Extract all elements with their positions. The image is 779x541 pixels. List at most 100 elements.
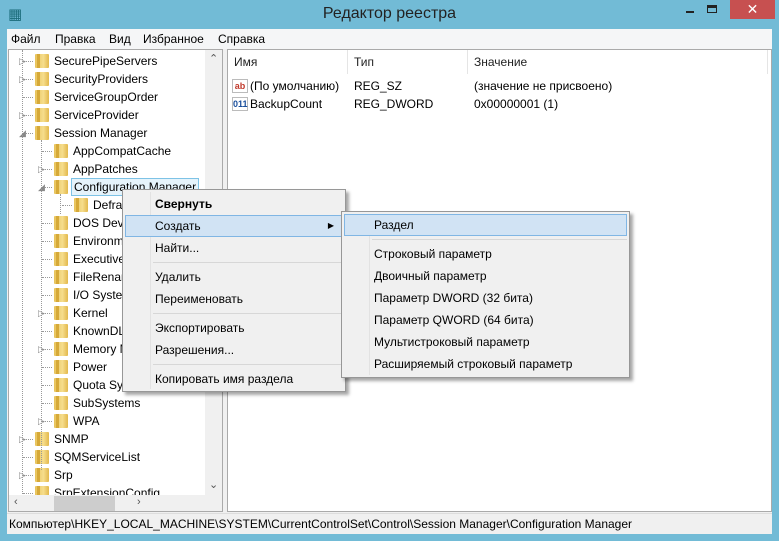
tree-item-label: SQMServiceList bbox=[54, 450, 141, 464]
tree-item-label: Kernel bbox=[73, 306, 108, 320]
menu-item[interactable]: Создать ▶ bbox=[125, 215, 343, 237]
collapsed-arrow-icon[interactable]: ▷ bbox=[38, 412, 46, 430]
folder-icon bbox=[54, 234, 68, 248]
collapsed-arrow-icon[interactable]: ▷ bbox=[38, 304, 46, 322]
menu-item[interactable]: Параметр DWORD (32 бита) bbox=[344, 287, 627, 309]
context-menu: Свернуть Создать ▶ Найти... Удалить Переимено… bbox=[122, 189, 346, 392]
menu-item-label: Найти... bbox=[155, 241, 200, 255]
menu-0[interactable]: Файл bbox=[11, 32, 41, 46]
folder-icon bbox=[54, 360, 68, 374]
scroll-left-icon[interactable]: ‹ bbox=[14, 496, 18, 508]
expanded-arrow-icon[interactable]: ◢ bbox=[38, 178, 46, 196]
tree-item-label: Session Manager bbox=[54, 126, 148, 140]
menu-item[interactable]: Параметр QWORD (64 бита) bbox=[344, 309, 627, 331]
value-data: 0x00000001 (1) bbox=[474, 97, 559, 111]
menu-item[interactable]: Найти... bbox=[125, 237, 343, 259]
tree-item[interactable]: ▷ SecurePipeServers bbox=[9, 52, 209, 70]
menu-item[interactable]: Двоичный параметр bbox=[344, 265, 627, 287]
folder-icon bbox=[54, 216, 68, 230]
menu-bar: Файл Правка Вид Избранное Справка bbox=[7, 29, 772, 49]
menu-separator bbox=[153, 364, 343, 365]
folder-icon bbox=[54, 378, 68, 392]
tree-item[interactable]: ▷ ServiceProvider bbox=[9, 106, 209, 124]
close-button[interactable]: ✕ bbox=[730, 0, 775, 19]
minimize-button[interactable] bbox=[680, 0, 706, 20]
menu-item[interactable]: Расширяемый строковый параметр bbox=[344, 353, 627, 375]
tree-item[interactable]: AppCompatCache bbox=[9, 142, 209, 160]
collapsed-arrow-icon[interactable]: ▷ bbox=[38, 160, 46, 178]
maximize-icon bbox=[707, 5, 717, 13]
menu-item-label: Разрешения... bbox=[155, 343, 235, 357]
tree-item-label: Power bbox=[73, 360, 108, 374]
collapsed-arrow-icon[interactable]: ▷ bbox=[19, 466, 27, 484]
tree-item[interactable]: ▷ AppPatches bbox=[9, 160, 209, 178]
tree-horizontal-scrollbar[interactable]: ‹ › bbox=[9, 495, 222, 511]
menu-item[interactable]: Удалить bbox=[125, 266, 343, 288]
scroll-thumb[interactable] bbox=[54, 496, 115, 511]
menu-item[interactable]: Раздел bbox=[344, 214, 627, 236]
tree-item-label: SecurityProviders bbox=[54, 72, 149, 86]
value-name: (По умолчанию) bbox=[250, 79, 340, 93]
folder-icon bbox=[54, 252, 68, 266]
value-row[interactable]: 011 BackupCount REG_DWORD 0x00000001 (1) bbox=[228, 95, 768, 113]
collapsed-arrow-icon[interactable]: ▷ bbox=[19, 52, 27, 70]
folder-icon bbox=[74, 198, 88, 212]
tree-item-label: SNMP bbox=[54, 432, 89, 446]
menu-4[interactable]: Справка bbox=[218, 32, 265, 46]
tree-item[interactable]: ◢ Session Manager bbox=[9, 124, 209, 142]
tree-item[interactable]: ServiceGroupOrder bbox=[9, 88, 209, 106]
menu-item-label: Создать bbox=[155, 219, 201, 233]
folder-icon bbox=[54, 288, 68, 302]
menu-separator bbox=[153, 262, 343, 263]
menu-1[interactable]: Правка bbox=[55, 32, 96, 46]
tree-item-label: SubSystems bbox=[73, 396, 141, 410]
collapsed-arrow-icon[interactable]: ▷ bbox=[19, 70, 27, 88]
menu-item[interactable]: Строковый параметр bbox=[344, 243, 627, 265]
folder-icon bbox=[54, 306, 68, 320]
tree-item-label: Srp bbox=[54, 468, 73, 482]
value-row[interactable]: ab (По умолчанию) REG_SZ (значение не пр… bbox=[228, 77, 768, 95]
tree-item[interactable]: ▷ SNMP bbox=[9, 430, 209, 448]
menu-item-label: Копировать имя раздела bbox=[155, 372, 294, 386]
menu-3[interactable]: Избранное bbox=[143, 32, 204, 46]
tree-item[interactable]: ▷ WPA bbox=[9, 412, 209, 430]
folder-icon bbox=[35, 126, 49, 140]
menu-item[interactable]: Разрешения... bbox=[125, 339, 343, 361]
menu-item[interactable]: Мультистроковый параметр bbox=[344, 331, 627, 353]
menu-item[interactable]: Переименовать bbox=[125, 288, 343, 310]
collapsed-arrow-icon[interactable]: ▷ bbox=[38, 340, 46, 358]
collapsed-arrow-icon[interactable]: ▷ bbox=[19, 430, 27, 448]
scroll-right-icon[interactable]: › bbox=[137, 496, 141, 508]
menu-item-label: Раздел bbox=[374, 218, 414, 232]
folder-icon bbox=[54, 270, 68, 284]
create-submenu: Раздел Строковый параметр Двоичный парамет… bbox=[341, 211, 630, 378]
tree-item[interactable]: SQMServiceList bbox=[9, 448, 209, 466]
maximize-button[interactable] bbox=[704, 0, 730, 20]
folder-icon bbox=[54, 396, 68, 410]
menu-item[interactable]: Экспортировать bbox=[125, 317, 343, 339]
folder-icon bbox=[54, 162, 68, 176]
collapsed-arrow-icon[interactable]: ▷ bbox=[19, 106, 27, 124]
menu-separator bbox=[372, 239, 627, 240]
tree-item[interactable]: SubSystems bbox=[9, 394, 209, 412]
folder-icon bbox=[35, 90, 49, 104]
column-header-type[interactable]: Тип bbox=[348, 50, 468, 74]
column-header-value[interactable]: Значение bbox=[468, 50, 768, 74]
folder-icon bbox=[35, 450, 49, 464]
expanded-arrow-icon[interactable]: ◢ bbox=[19, 124, 27, 142]
tree-item[interactable]: ▷ Srp bbox=[9, 466, 209, 484]
value-type: REG_SZ bbox=[354, 79, 403, 93]
tree-item-label: SecurePipeServers bbox=[54, 54, 158, 68]
value-data: (значение не присвоено) bbox=[474, 79, 613, 93]
tree-item[interactable]: ▷ SecurityProviders bbox=[9, 70, 209, 88]
scroll-up-icon[interactable]: ⌃ bbox=[209, 52, 218, 65]
column-header-name[interactable]: Имя bbox=[228, 50, 348, 74]
menu-item-label: Двоичный параметр bbox=[374, 269, 487, 283]
menu-item[interactable]: Свернуть bbox=[125, 193, 343, 215]
menu-2[interactable]: Вид bbox=[109, 32, 131, 46]
folder-icon bbox=[54, 342, 68, 356]
menu-item-label: Удалить bbox=[155, 270, 201, 284]
menu-item-label: Параметр QWORD (64 бита) bbox=[374, 313, 534, 327]
scroll-down-icon[interactable]: ⌄ bbox=[209, 478, 218, 491]
menu-item[interactable]: Копировать имя раздела bbox=[125, 368, 343, 390]
